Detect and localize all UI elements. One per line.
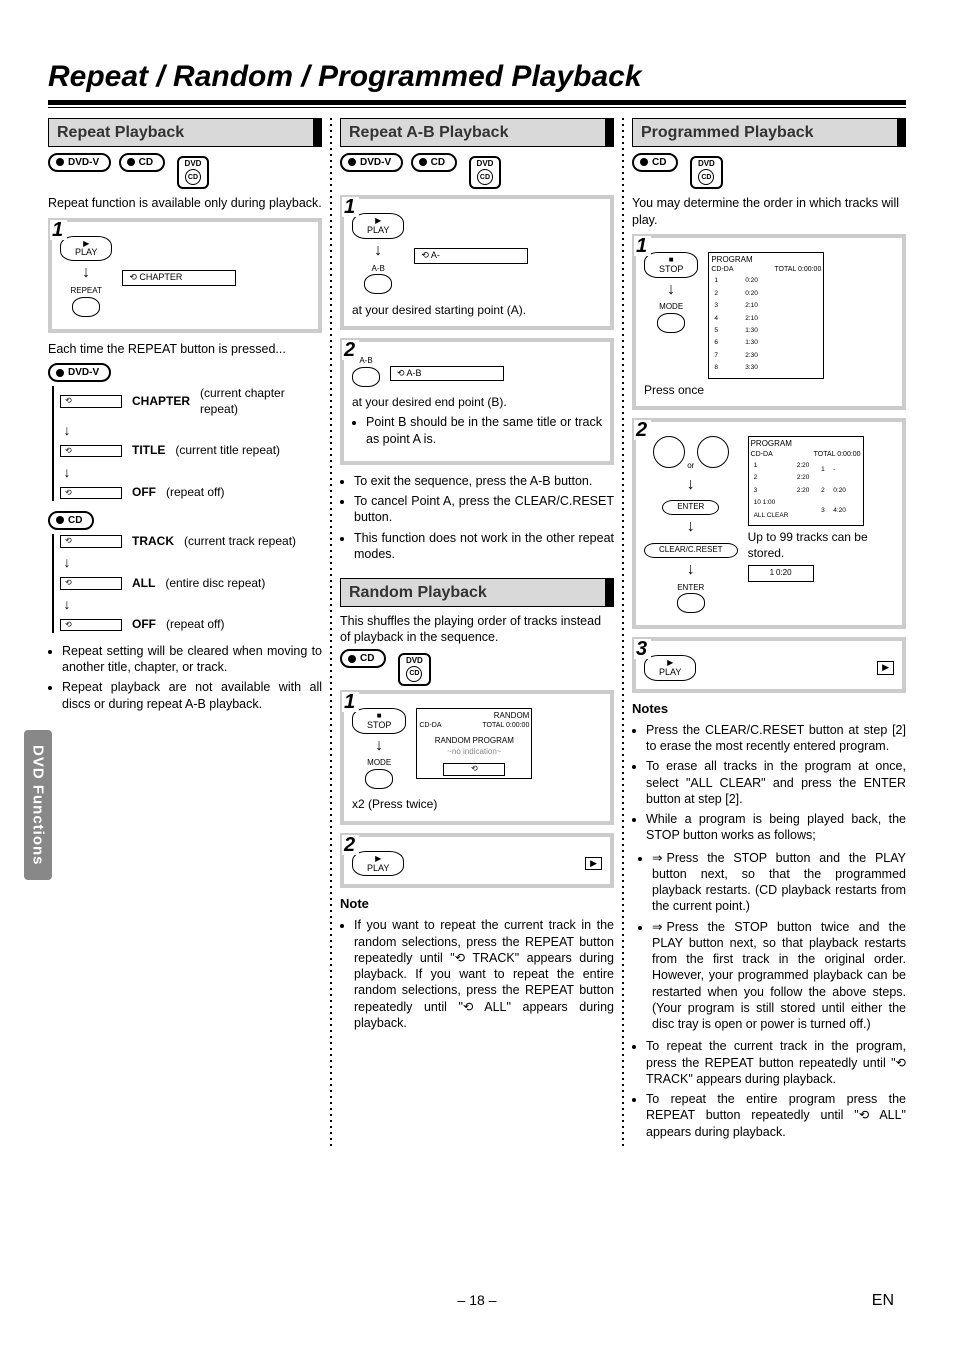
prog-intro: You may determine the order in which tra… [632,195,906,228]
prog-screen-1: PROGRAM CD-DATOTAL 0:00:00 10:2020:2032:… [708,252,824,379]
play-button-2: ▶PLAY [352,213,404,239]
prog-notes: Press the CLEAR/C.RESET button at step [… [632,722,906,844]
prog-notes-tail: To repeat the current track in the progr… [632,1038,906,1140]
badge-cd-3: CD [411,153,457,172]
heading-random: Random Playback [340,578,614,607]
side-tab-label: DVD Functions [30,745,47,866]
page-footer: – 18 – EN [0,1292,954,1308]
column-separator-2 [622,118,624,1146]
clear-button: CLEAR/C.RESET [644,543,738,558]
badge-dvdv-3: DVD-V [340,153,403,172]
ab-step2-bullet: Point B should be in the same title or t… [366,414,602,447]
osd-ab: ⟲ A-B [390,366,504,382]
stop-button-2: ■STOP [644,252,698,278]
prog-step1: 1 ■STOP ↓ MODE PROGRAM CD-DATOTAL 0:00:0… [632,234,906,411]
step1-repeat: 1 ▶PLAY ↓ REPEAT ⟲ CHAPTER [48,218,322,333]
play-button-4: ▶PLAY [644,655,696,681]
mode-button [365,769,393,789]
ab-button [364,274,392,294]
prog-step2-caption: Up to 99 tracks can be stored. [748,530,894,561]
cd-repeat-cycle: ⟲ TRACK (current track repeat) ↓ ⟲ ALL (… [52,534,322,633]
osd-a: ⟲ A- [414,248,528,264]
random-screen: RANDOM CD-DATOTAL 0:00:00 RANDOM PROGRAM… [416,708,532,779]
play-icon: ▶ [585,857,602,871]
random-note: If you want to repeat the current track … [340,917,614,1031]
prog-sub-notes: Press the STOP button and the PLAY butto… [632,850,906,1033]
enter-button: ENTER [662,500,719,515]
cycle-icon: ⟲ [60,395,122,407]
col-repeat-playback: Repeat Playback DVD-V CD DVDCD Repeat fu… [48,118,322,1146]
page-number: – 18 – [458,1292,497,1308]
page-lang: EN [872,1292,894,1310]
badge-cd-2: CD [48,511,94,530]
prog-notes-head: Notes [632,701,906,718]
badge-vcd: DVDCD [177,156,210,189]
prog-screen-2b: 1 0:20 [748,565,814,581]
random-step2: 2 ▶PLAY ▶ [340,833,614,889]
ab-step1-caption: at your desired starting point (A). [352,303,602,319]
badge-vcd-2: DVDCD [469,156,502,189]
repeat-button [72,297,100,317]
dvd-repeat-cycle: ⟲ CHAPTER (current chapter repeat) ↓ ⟲ T… [52,386,322,501]
column-separator-1 [330,118,332,1146]
repeat-notes: Repeat setting will be cleared when movi… [48,643,322,712]
ab-notes: To exit the sequence, press the A-B butt… [340,473,614,562]
side-tab: DVD Functions [24,730,52,880]
prog-step2: 2 or ↓ ENTER ↓ CLEAR/C.RESET ↓ ENTER [632,418,906,629]
page-title: Repeat / Random / Programmed Playback [48,60,906,94]
badge-cd: CD [119,153,165,172]
col-center: Repeat A-B Playback DVD-V CD DVDCD 1 ▶PL… [340,118,614,1146]
badge-dvdv: DVD-V [48,153,111,172]
prog-step1-caption: Press once [644,383,894,399]
random-step1-caption: x2 (Press twice) [352,797,602,813]
play-button: ▶PLAY [60,236,112,262]
ab-step1: 1 ▶PLAY ↓ A-B ⟲ A- at your desired start… [340,195,614,330]
each-time-text: Each time the REPEAT button is pressed..… [48,341,322,357]
badge-vcd-3: DVDCD [398,653,431,686]
ab-label: A-B [352,264,404,274]
badge-cd-5: CD [632,153,678,172]
mode-button-2 [657,313,685,333]
play-icon-2: ▶ [877,661,894,675]
heading-repeat: Repeat Playback [48,118,322,147]
dpad-icon-2 [697,436,729,468]
osd-chapter: ⟲ CHAPTER [122,270,236,286]
badge-dvdv-2: DVD-V [48,363,111,382]
badge-vcd-4: DVDCD [690,156,723,189]
prog-step3: 3 ▶PLAY ▶ [632,637,906,693]
prog-screen-2: PROGRAM CD-DATOTAL 0:00:00 12:2022:2032:… [748,436,864,526]
badge-cd-4: CD [340,649,386,668]
enter-button-2 [677,593,705,613]
ab-step2-caption: at your desired end point (B). [352,395,602,411]
ab-button-2 [352,367,380,387]
arrow-down-icon: ↓ [60,263,112,284]
heading-ab: Repeat A-B Playback [340,118,614,147]
random-note-head: Note [340,896,614,913]
stop-button: ■STOP [352,708,406,734]
repeat-label: REPEAT [60,286,112,296]
ab-step2: 2 A-B ⟲ A-B at your desired end point (B… [340,338,614,465]
heading-programmed: Programmed Playback [632,118,906,147]
random-intro: This shuffles the playing order of track… [340,613,614,646]
play-button-3: ▶PLAY [352,851,404,877]
dpad-icon [653,436,685,468]
step-number-1: 1 [50,220,67,240]
random-step1: 1 ■STOP ↓ MODE RANDOM CD-DATOTAL 0:00:00… [340,690,614,825]
repeat-intro: Repeat function is available only during… [48,195,322,211]
title-rule [48,100,906,108]
col-programmed: Programmed Playback CD DVDCD You may det… [632,118,906,1146]
